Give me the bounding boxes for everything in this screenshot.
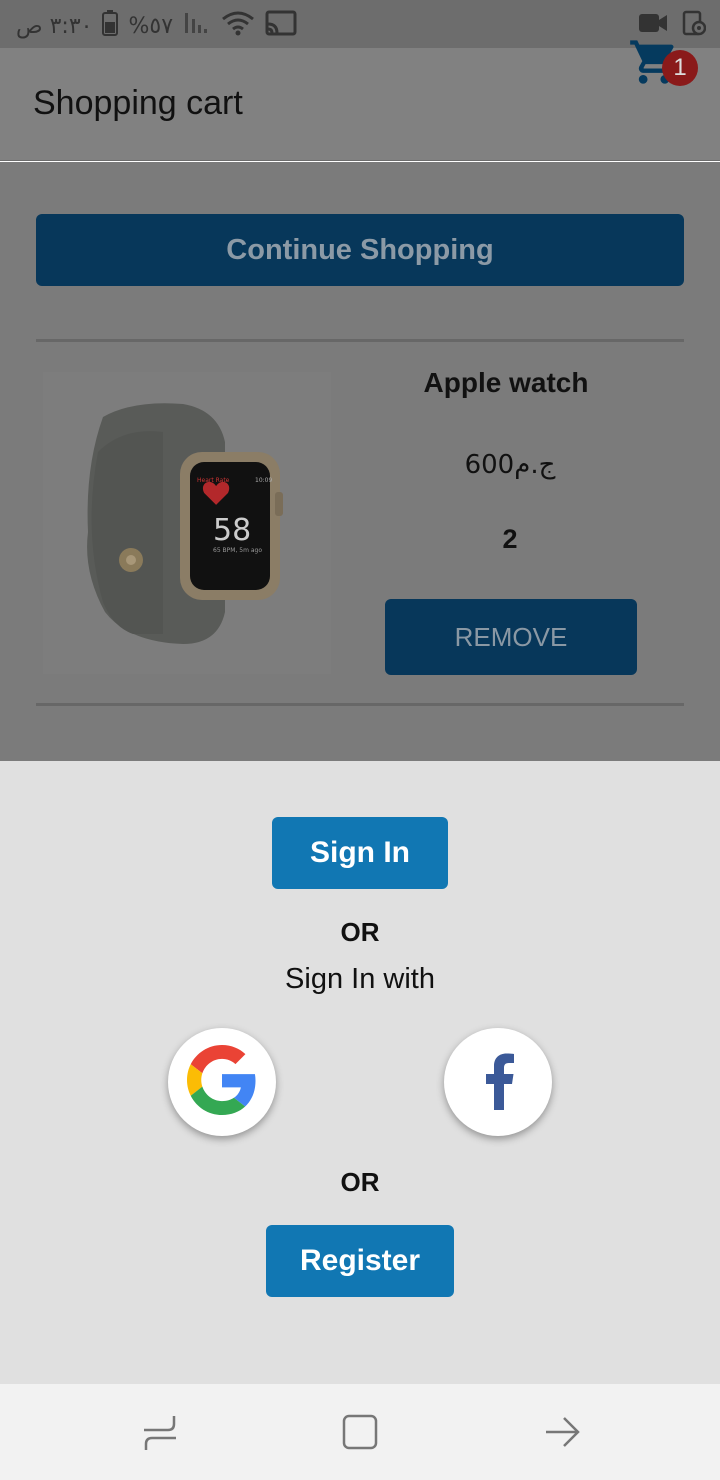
remove-button[interactable]: REMOVE (385, 599, 637, 675)
wifi-icon (221, 10, 255, 42)
system-nav-bar (0, 1384, 720, 1480)
sign-in-button[interactable]: Sign In (272, 817, 448, 889)
google-icon (187, 1045, 257, 1119)
recents-button[interactable] (140, 1412, 180, 1452)
screen-record-icon (682, 10, 707, 40)
svg-text:10:09: 10:09 (255, 477, 272, 484)
battery-icon (102, 10, 119, 42)
cart-content: Continue Shopping Heart Rate 10:09 58 65… (0, 162, 720, 761)
back-button[interactable] (542, 1412, 582, 1452)
apple-watch-image: Heart Rate 10:09 58 65 BPM, 5m ago (87, 403, 283, 644)
facebook-sign-in-button[interactable] (444, 1028, 552, 1136)
register-button[interactable]: Register (266, 1225, 454, 1297)
continue-shopping-button[interactable]: Continue Shopping (36, 214, 684, 286)
back-icon (542, 1417, 582, 1456)
svg-text:58: 58 (213, 513, 251, 548)
divider (36, 703, 684, 706)
cart-count-badge: 1 (662, 50, 698, 86)
product-name: Apple watch (423, 367, 589, 398)
sign-in-sheet: Sign In OR Sign In with OR Register (0, 761, 720, 1384)
or-label: OR (340, 1167, 380, 1197)
status-bar: ٣:٣٠ ص %٥٧ (0, 0, 720, 48)
home-button[interactable] (340, 1412, 380, 1452)
product-price: 600ج.م (464, 450, 556, 480)
product-image: Heart Rate 10:09 58 65 BPM, 5m ago (43, 372, 331, 674)
svg-text:65 BPM, 5m ago: 65 BPM, 5m ago (213, 547, 262, 554)
sign-in-with-label: Sign In with (285, 963, 435, 995)
or-label: OR (340, 917, 380, 947)
video-icon (638, 12, 668, 38)
recents-icon (140, 1416, 180, 1456)
google-sign-in-button[interactable] (168, 1028, 276, 1136)
cast-icon (265, 10, 297, 42)
status-time: ٣:٣٠ ص (16, 13, 93, 39)
divider (36, 339, 684, 342)
page-title: Shopping cart (33, 84, 243, 122)
signal-icon (183, 11, 211, 41)
battery-percent: %٥٧ (128, 13, 174, 39)
home-icon (340, 1414, 380, 1456)
product-quantity: 2 (502, 524, 518, 554)
facebook-icon (478, 1050, 518, 1114)
app-bar: Shopping cart (0, 48, 720, 161)
